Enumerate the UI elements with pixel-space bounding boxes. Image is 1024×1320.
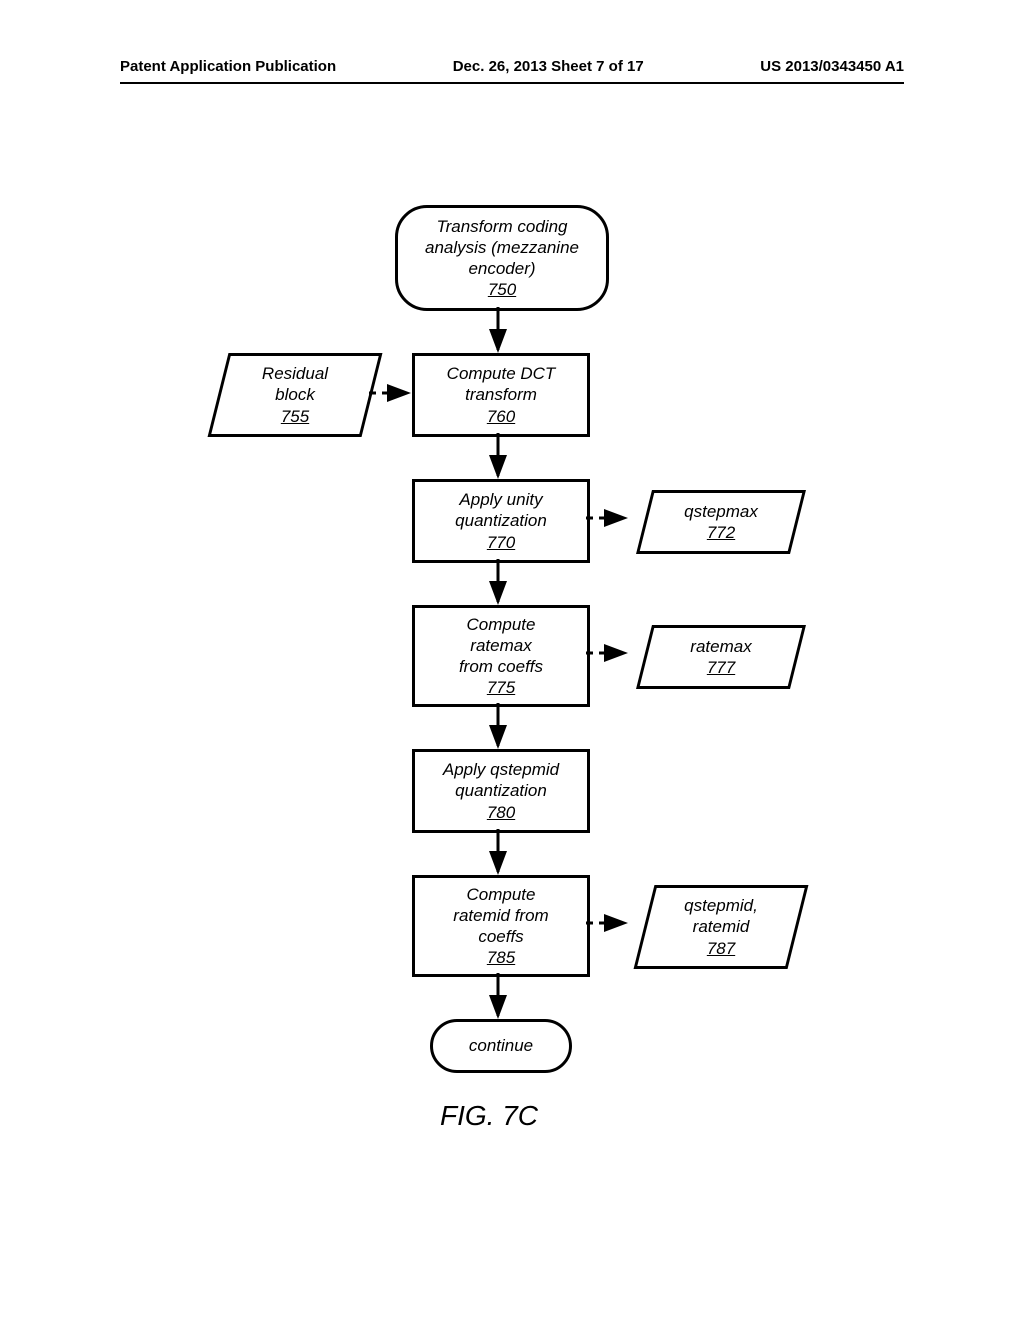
num-787: 787 [707, 938, 735, 959]
num-760: 760 [487, 406, 515, 427]
text-772-l1: qstepmax [684, 501, 758, 522]
num-750: 750 [488, 279, 516, 300]
num-777: 777 [707, 657, 735, 678]
num-772: 772 [707, 522, 735, 543]
num-785: 785 [487, 947, 515, 968]
text-775-l1: Compute [467, 614, 536, 635]
text-750-l1: Transform coding [436, 216, 567, 237]
process-785: Compute ratemid from coeffs 785 [412, 875, 590, 977]
data-772: qstepmax 772 [636, 490, 806, 554]
header-middle: Dec. 26, 2013 Sheet 7 of 17 [453, 58, 644, 75]
text-continue: continue [469, 1035, 533, 1056]
header-right: US 2013/0343450 A1 [760, 58, 904, 75]
text-787-l1: qstepmid, [684, 895, 758, 916]
num-775: 775 [487, 677, 515, 698]
page: Patent Application Publication Dec. 26, … [0, 0, 1024, 1320]
text-785-l1: Compute [467, 884, 536, 905]
text-750-l3: encoder) [468, 258, 535, 279]
figure-caption: FIG. 7C [440, 1100, 538, 1132]
header-divider [120, 82, 904, 84]
text-785-l2: ratemid from [453, 905, 548, 926]
data-777: ratemax 777 [636, 625, 806, 689]
num-755: 755 [281, 406, 309, 427]
process-770: Apply unity quantization 770 [412, 479, 590, 563]
num-770: 770 [487, 532, 515, 553]
text-785-l3: coeffs [478, 926, 523, 947]
num-780: 780 [487, 802, 515, 823]
data-787: qstepmid, ratemid 787 [634, 885, 809, 969]
text-755-l1: Residual [262, 363, 328, 384]
header-left: Patent Application Publication [120, 58, 336, 75]
text-770-l1: Apply unity [459, 489, 542, 510]
text-775-l3: from coeffs [459, 656, 543, 677]
terminator-continue: continue [430, 1019, 572, 1073]
text-755-l2: block [275, 384, 315, 405]
process-780: Apply qstepmid quantization 780 [412, 749, 590, 833]
terminator-750: Transform coding analysis (mezzanine enc… [395, 205, 609, 311]
text-750-l2: analysis (mezzanine [425, 237, 579, 258]
data-755: Residual block 755 [208, 353, 383, 437]
text-760-l1: Compute DCT [447, 363, 556, 384]
text-770-l2: quantization [455, 510, 547, 531]
text-780-l1: Apply qstepmid [443, 759, 559, 780]
text-787-l2: ratemid [693, 916, 750, 937]
text-775-l2: ratemax [470, 635, 531, 656]
page-header: Patent Application Publication Dec. 26, … [120, 58, 904, 75]
text-760-l2: transform [465, 384, 537, 405]
text-780-l2: quantization [455, 780, 547, 801]
process-775: Compute ratemax from coeffs 775 [412, 605, 590, 707]
text-777-l1: ratemax [690, 636, 751, 657]
process-760: Compute DCT transform 760 [412, 353, 590, 437]
